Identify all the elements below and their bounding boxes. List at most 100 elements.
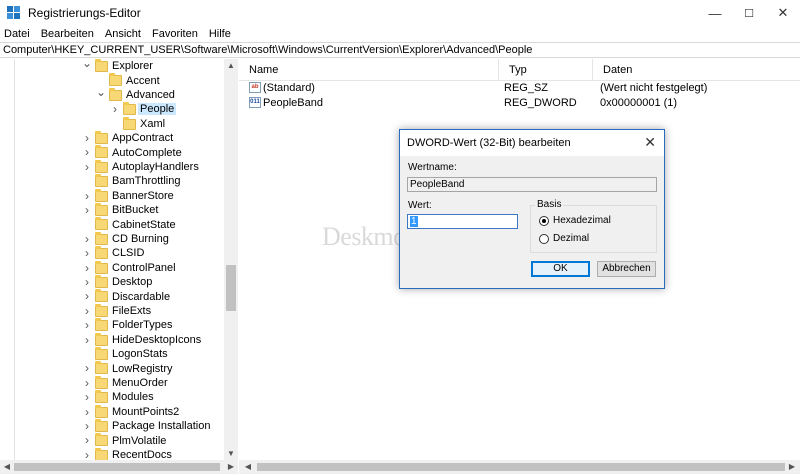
chevron-right-icon[interactable]: › bbox=[110, 102, 120, 116]
tree-item-label: ControlPanel bbox=[112, 261, 176, 274]
tree-item[interactable]: › MenuOrder bbox=[0, 375, 224, 390]
tree-item-label: PlmVolatile bbox=[112, 434, 167, 447]
cancel-button[interactable]: Abbrechen bbox=[597, 261, 656, 277]
radio-decimal-label[interactable]: Dezimal bbox=[553, 233, 589, 244]
chevron-right-icon[interactable]: › bbox=[82, 318, 92, 332]
folder-icon bbox=[95, 275, 108, 288]
tree-item[interactable]: Xaml bbox=[0, 116, 224, 131]
chevron-down-icon[interactable]: ⌄ bbox=[96, 85, 106, 99]
folder-icon bbox=[95, 59, 108, 72]
list-row[interactable]: ab (Standard) REG_SZ (Wert nicht festgel… bbox=[239, 81, 800, 95]
chevron-right-icon[interactable]: › bbox=[82, 145, 92, 159]
tree-item[interactable]: › BannerStore bbox=[0, 188, 224, 203]
menu-datei[interactable]: Datei bbox=[4, 28, 30, 40]
tree-item[interactable]: › Discardable bbox=[0, 289, 224, 303]
chevron-right-icon[interactable]: › bbox=[82, 246, 92, 260]
scroll-down-icon[interactable]: ▼ bbox=[224, 447, 238, 460]
chevron-right-icon[interactable]: › bbox=[82, 419, 92, 433]
tree-item[interactable]: › BitBucket bbox=[0, 203, 224, 217]
chevron-right-icon[interactable]: › bbox=[82, 232, 92, 246]
tree-item[interactable]: › AutoComplete bbox=[0, 145, 224, 159]
chevron-right-icon[interactable]: › bbox=[82, 433, 92, 447]
folder-icon bbox=[109, 87, 122, 101]
chevron-right-icon[interactable]: › bbox=[82, 304, 92, 318]
close-button[interactable]: ✕ bbox=[766, 0, 800, 26]
tree-vertical-scrollbar[interactable]: ▲ ▼ bbox=[224, 59, 238, 463]
scroll-right-icon[interactable]: ▶ bbox=[785, 460, 799, 473]
chevron-right-icon[interactable]: › bbox=[82, 189, 92, 203]
menu-hilfe[interactable]: Hilfe bbox=[209, 28, 231, 40]
list-hscroll-thumb[interactable] bbox=[257, 463, 785, 471]
chevron-right-icon[interactable]: › bbox=[82, 376, 92, 390]
tree-item-label: Modules bbox=[112, 391, 154, 404]
tree-item[interactable]: Accent bbox=[0, 73, 224, 87]
tree-item[interactable]: › Desktop bbox=[0, 275, 224, 289]
tree-item[interactable]: › CD Burning bbox=[0, 231, 224, 246]
value-data-input[interactable]: 1 bbox=[407, 214, 518, 229]
tree-item[interactable]: ⌄ Explorer bbox=[0, 59, 224, 73]
tree-item[interactable]: › LowRegistry bbox=[0, 361, 224, 375]
value-name-field: PeopleBand bbox=[407, 177, 657, 192]
folder-icon bbox=[95, 433, 108, 447]
menu-favoriten[interactable]: Favoriten bbox=[152, 28, 198, 40]
tree-item[interactable]: › HideDesktopIcons bbox=[0, 332, 224, 347]
folder-icon bbox=[95, 419, 108, 432]
radio-decimal[interactable] bbox=[539, 234, 549, 244]
tree-item[interactable]: › AutoplayHandlers bbox=[0, 159, 224, 174]
folder-icon bbox=[95, 390, 108, 404]
chevron-right-icon[interactable]: › bbox=[82, 289, 92, 303]
column-header-name[interactable]: Name bbox=[239, 59, 499, 81]
chevron-down-icon[interactable]: ⌄ bbox=[82, 59, 92, 70]
chevron-right-icon[interactable]: › bbox=[82, 405, 92, 419]
maximize-button[interactable]: ☐ bbox=[732, 0, 766, 26]
column-header-data[interactable]: Daten bbox=[593, 59, 800, 81]
folder-icon bbox=[123, 102, 136, 116]
tree-item[interactable]: › Modules bbox=[0, 390, 224, 404]
folder-icon bbox=[95, 174, 108, 188]
tree-item[interactable]: › FileExts bbox=[0, 303, 224, 318]
scroll-right-icon[interactable]: ▶ bbox=[224, 460, 238, 473]
chevron-right-icon[interactable]: › bbox=[82, 275, 92, 289]
tree-item[interactable]: › Package Installation bbox=[0, 419, 224, 433]
chevron-right-icon[interactable]: › bbox=[82, 131, 92, 145]
tree-item[interactable]: ⌄ Advanced bbox=[0, 85, 224, 102]
list-header: Name Typ Daten bbox=[239, 59, 800, 81]
chevron-right-icon[interactable]: › bbox=[82, 361, 92, 375]
chevron-right-icon[interactable]: › bbox=[82, 203, 92, 217]
chevron-right-icon[interactable]: › bbox=[82, 390, 92, 404]
tree-item[interactable]: › People bbox=[0, 102, 224, 116]
chevron-right-icon[interactable]: › bbox=[82, 333, 92, 347]
radio-hexadecimal[interactable] bbox=[539, 216, 549, 226]
tree-hscroll-thumb[interactable] bbox=[14, 463, 220, 471]
tree-item[interactable]: › AppContract bbox=[0, 131, 224, 145]
tree-item[interactable]: › FolderTypes bbox=[0, 318, 224, 332]
scroll-up-icon[interactable]: ▲ bbox=[224, 59, 238, 72]
column-header-type[interactable]: Typ bbox=[499, 59, 593, 81]
scroll-left-icon[interactable]: ◀ bbox=[0, 460, 14, 473]
scroll-left-icon[interactable]: ◀ bbox=[241, 460, 255, 473]
dialog-close-icon[interactable]: ✕ bbox=[644, 134, 656, 151]
registry-tree[interactable]: ⌄ Explorer Accent ⌄ Advanced › People Xaml › AppC… bbox=[0, 59, 238, 463]
address-bar[interactable]: Computer\HKEY_CURRENT_USER\Software\Micr… bbox=[0, 42, 800, 58]
radio-hexadecimal-label[interactable]: Hexadezimal bbox=[553, 215, 611, 226]
tree-item[interactable]: › CLSID bbox=[0, 246, 224, 260]
menu-ansicht[interactable]: Ansicht bbox=[105, 28, 141, 40]
tree-item-label: People bbox=[138, 103, 177, 116]
list-row[interactable]: 011 PeopleBand REG_DWORD 0x00000001 (1) bbox=[239, 96, 800, 110]
chevron-right-icon[interactable]: › bbox=[82, 261, 92, 275]
minimize-button[interactable]: — bbox=[698, 0, 732, 26]
tree-item[interactable]: › PlmVolatile bbox=[0, 433, 224, 447]
list-horizontal-scrollbar[interactable]: ◀ ▶ bbox=[239, 460, 800, 474]
tree-horizontal-scrollbar[interactable]: ◀ ▶ bbox=[0, 460, 238, 474]
tree-item[interactable]: › MountPoints2 bbox=[0, 404, 224, 419]
folder-icon bbox=[95, 217, 108, 231]
chevron-right-icon[interactable]: › bbox=[82, 160, 92, 174]
tree-item-label: HideDesktopIcons bbox=[112, 333, 202, 346]
tree-item[interactable]: LogonStats bbox=[0, 347, 224, 361]
menu-bearbeiten[interactable]: Bearbeiten bbox=[41, 28, 94, 40]
tree-item[interactable]: BamThrottling bbox=[0, 174, 224, 188]
ok-button[interactable]: OK bbox=[531, 261, 590, 277]
tree-item[interactable]: CabinetState bbox=[0, 217, 224, 231]
tree-item[interactable]: › ControlPanel bbox=[0, 260, 224, 275]
tree-scroll-thumb[interactable] bbox=[226, 265, 236, 311]
